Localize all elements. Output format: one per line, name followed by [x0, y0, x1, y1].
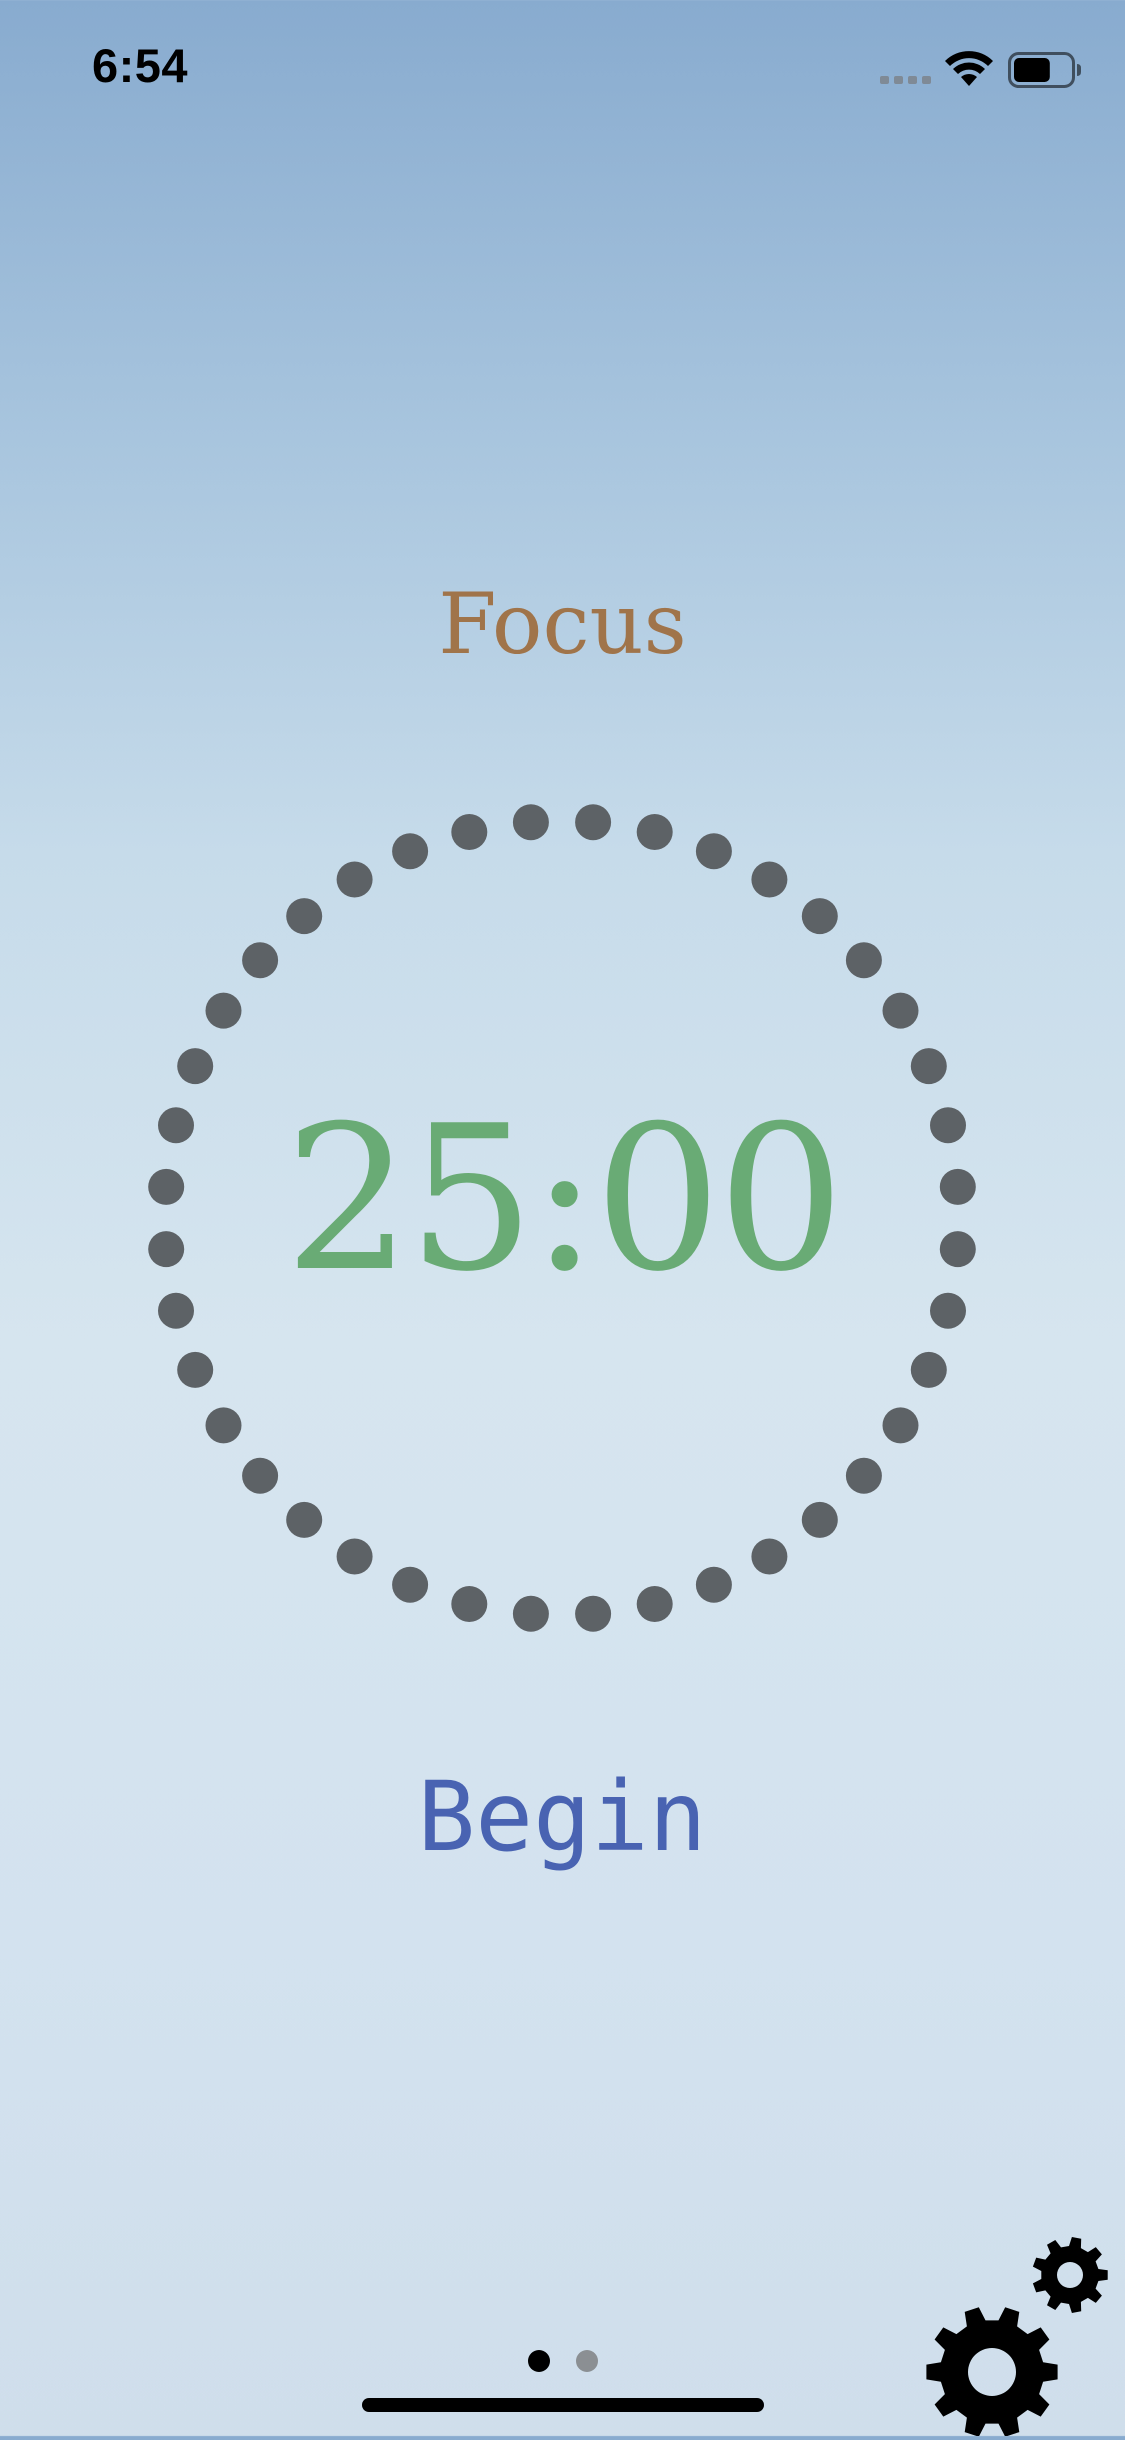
dial-tick	[910, 1351, 947, 1388]
dial-tick	[801, 898, 838, 935]
cellular-signal-icon	[880, 76, 931, 84]
wifi-icon	[945, 51, 993, 86]
timer-display: 25:00	[284, 1083, 844, 1316]
dial-tick	[392, 1566, 429, 1603]
dial-tick	[801, 1501, 838, 1538]
dial-tick	[845, 942, 882, 979]
dial-tick	[636, 1586, 673, 1622]
dial-tick	[575, 1595, 612, 1632]
dial-tick	[177, 1048, 214, 1085]
status-time: 6:54	[92, 39, 189, 92]
dial-tick	[512, 1595, 549, 1632]
dial-tick	[575, 804, 612, 841]
dial-tick	[177, 1351, 214, 1388]
dial-tick	[751, 1538, 788, 1575]
status-bar: 6:54	[0, 0, 1125, 140]
mode-title: Focus	[438, 575, 687, 673]
dial-tick	[695, 833, 732, 870]
home-indicator[interactable]	[362, 2398, 764, 2412]
dial-tick	[242, 942, 279, 979]
dial-tick	[451, 814, 488, 850]
begin-button[interactable]: Begin	[362, 1764, 762, 1871]
dial-tick	[636, 814, 673, 850]
dial-tick	[512, 804, 549, 841]
dial-tick	[751, 861, 788, 898]
dial-tick	[845, 1457, 882, 1494]
dial-tick	[910, 1048, 947, 1085]
gears-icon	[926, 2237, 1108, 2437]
page-indicator[interactable]	[520, 2350, 610, 2374]
dial-tick	[882, 1407, 919, 1444]
dial-tick	[286, 898, 323, 935]
page-dot-1[interactable]	[528, 2350, 550, 2372]
settings-button[interactable]	[920, 2230, 1120, 2437]
dial-tick	[205, 1407, 242, 1444]
dial-tick	[882, 992, 919, 1029]
dial-tick	[392, 833, 429, 870]
dial-tick	[336, 1538, 373, 1575]
dial-tick	[286, 1501, 323, 1538]
battery-icon	[1008, 52, 1081, 88]
dial-tick	[451, 1586, 488, 1622]
dial-tick	[336, 861, 373, 898]
page-dot-2[interactable]	[576, 2350, 598, 2372]
dial-tick	[205, 992, 242, 1029]
dial-tick	[242, 1457, 279, 1494]
dial-tick	[695, 1566, 732, 1603]
